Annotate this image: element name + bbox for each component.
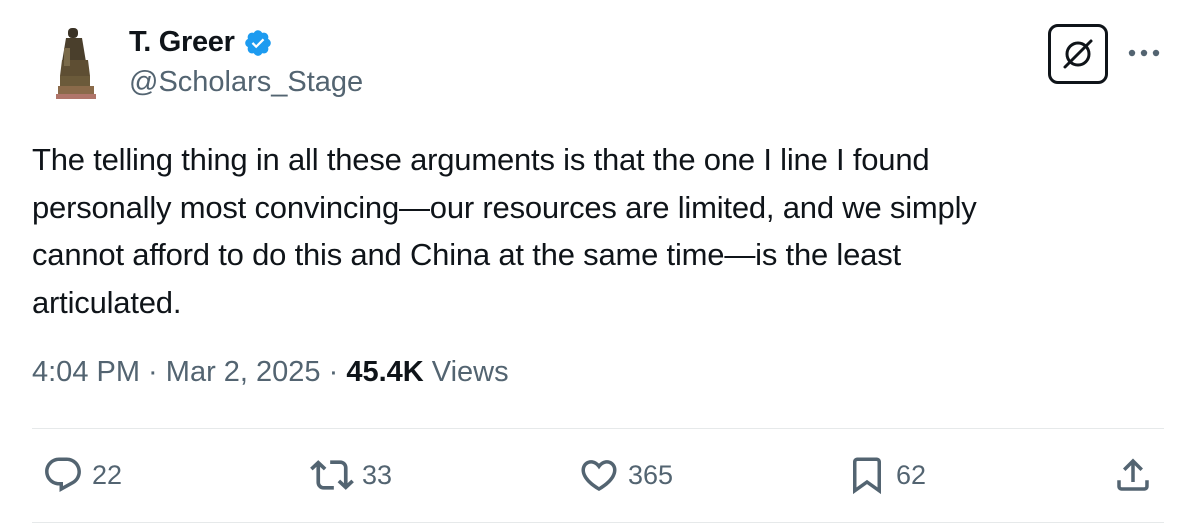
more-dots-icon xyxy=(1128,49,1160,57)
meta-separator: · xyxy=(140,356,166,388)
bookmark-icon xyxy=(853,457,881,495)
divider-bottom xyxy=(32,522,1164,523)
like-count: 365 xyxy=(628,459,674,490)
divider-top xyxy=(32,428,1164,429)
repost-icon xyxy=(310,460,354,490)
reply-count: 22 xyxy=(92,459,123,490)
author-name-row: T. Greer xyxy=(129,26,273,59)
repost-count: 33 xyxy=(362,459,393,490)
reply-button[interactable]: 22 xyxy=(42,452,122,498)
views-count: 45.4K xyxy=(346,356,424,388)
share-icon xyxy=(1117,458,1149,491)
tweet-time[interactable]: 4:04 PM xyxy=(32,356,140,389)
author-handle[interactable]: @Scholars_Stage xyxy=(129,66,363,99)
avatar[interactable] xyxy=(34,22,114,102)
like-button[interactable]: 365 xyxy=(578,452,673,498)
verified-badge-icon xyxy=(244,29,271,56)
tweet-meta: 4:04 PM · Mar 2, 2025 · 45.4K Views xyxy=(32,356,509,389)
meta-separator: · xyxy=(320,356,347,388)
reply-icon xyxy=(45,457,81,492)
tweet-text: The telling thing in all these arguments… xyxy=(32,142,977,320)
bookmark-count: 62 xyxy=(896,459,927,490)
bookmark-button[interactable]: 62 xyxy=(846,452,926,498)
grok-icon xyxy=(1063,39,1093,69)
tweet-date[interactable]: Mar 2, 2025 xyxy=(166,356,321,389)
more-options-button[interactable] xyxy=(1126,38,1162,68)
grok-button[interactable] xyxy=(1048,24,1108,84)
repost-button[interactable]: 33 xyxy=(310,452,392,498)
author-name[interactable]: T. Greer xyxy=(129,26,235,59)
share-button[interactable] xyxy=(1112,452,1154,498)
views-label: Views xyxy=(423,356,509,388)
heart-icon xyxy=(581,460,617,492)
avatar-figure-icon xyxy=(56,28,96,99)
